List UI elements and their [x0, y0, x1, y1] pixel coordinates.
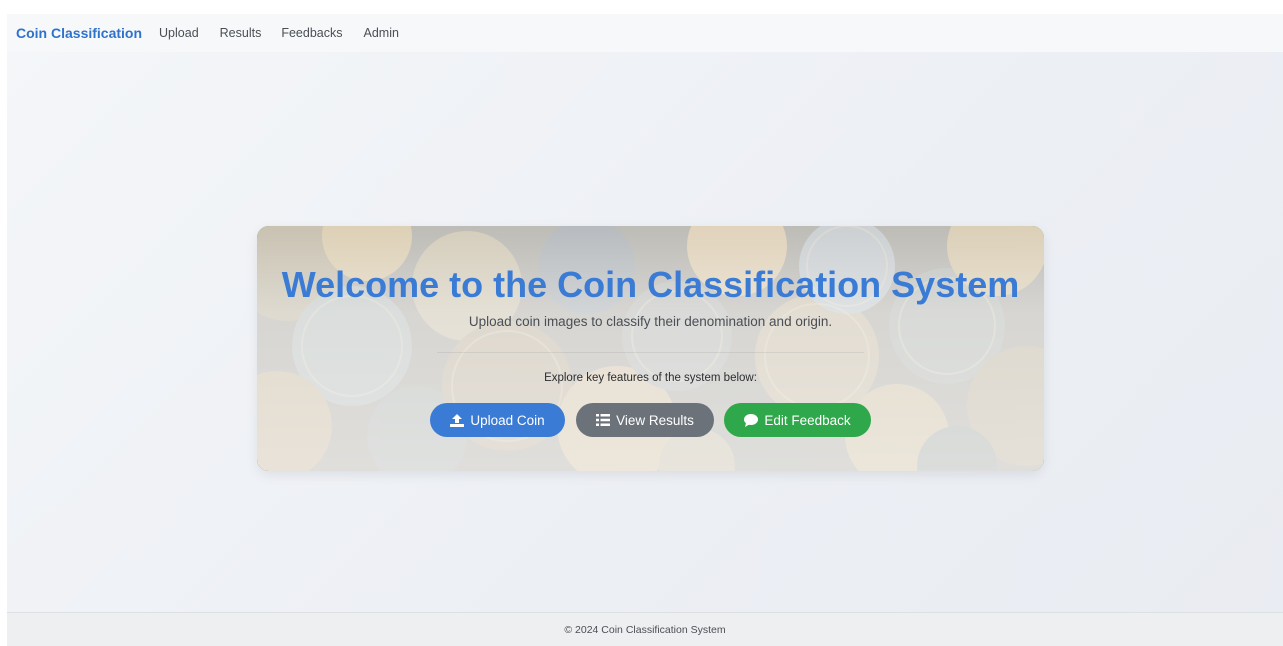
list-icon: [596, 414, 611, 426]
hero-subtitle: Upload coin images to classify their den…: [468, 314, 833, 329]
hero-explore-text: Explore key features of the system below…: [544, 372, 757, 384]
hero-card: Welcome to the Coin Classification Syste…: [257, 226, 1044, 471]
upload-icon: [450, 413, 465, 427]
page: Coin Classification Upload Results Feedb…: [7, 14, 1283, 646]
view-results-button[interactable]: View Results: [576, 403, 714, 437]
upload-coin-label: Upload Coin: [470, 412, 545, 428]
hero-divider: [437, 352, 864, 353]
edit-feedback-label: Edit Feedback: [764, 412, 851, 428]
hero-content: Welcome to the Coin Classification Syste…: [257, 226, 1044, 471]
edit-feedback-button[interactable]: Edit Feedback: [724, 403, 871, 437]
nav-link-results[interactable]: Results: [220, 26, 262, 40]
nav-link-upload[interactable]: Upload: [159, 26, 199, 40]
view-results-label: View Results: [616, 412, 694, 428]
nav-link-feedbacks[interactable]: Feedbacks: [281, 26, 342, 40]
brand-link[interactable]: Coin Classification: [16, 25, 142, 41]
navbar: Coin Classification Upload Results Feedb…: [7, 14, 1283, 52]
comment-icon: [744, 413, 759, 427]
hero-title: Welcome to the Coin Classification Syste…: [281, 264, 1020, 305]
upload-coin-button[interactable]: Upload Coin: [430, 403, 565, 437]
footer: © 2024 Coin Classification System: [7, 612, 1283, 646]
nav-link-admin[interactable]: Admin: [364, 26, 399, 40]
footer-copyright: © 2024 Coin Classification System: [564, 623, 726, 636]
